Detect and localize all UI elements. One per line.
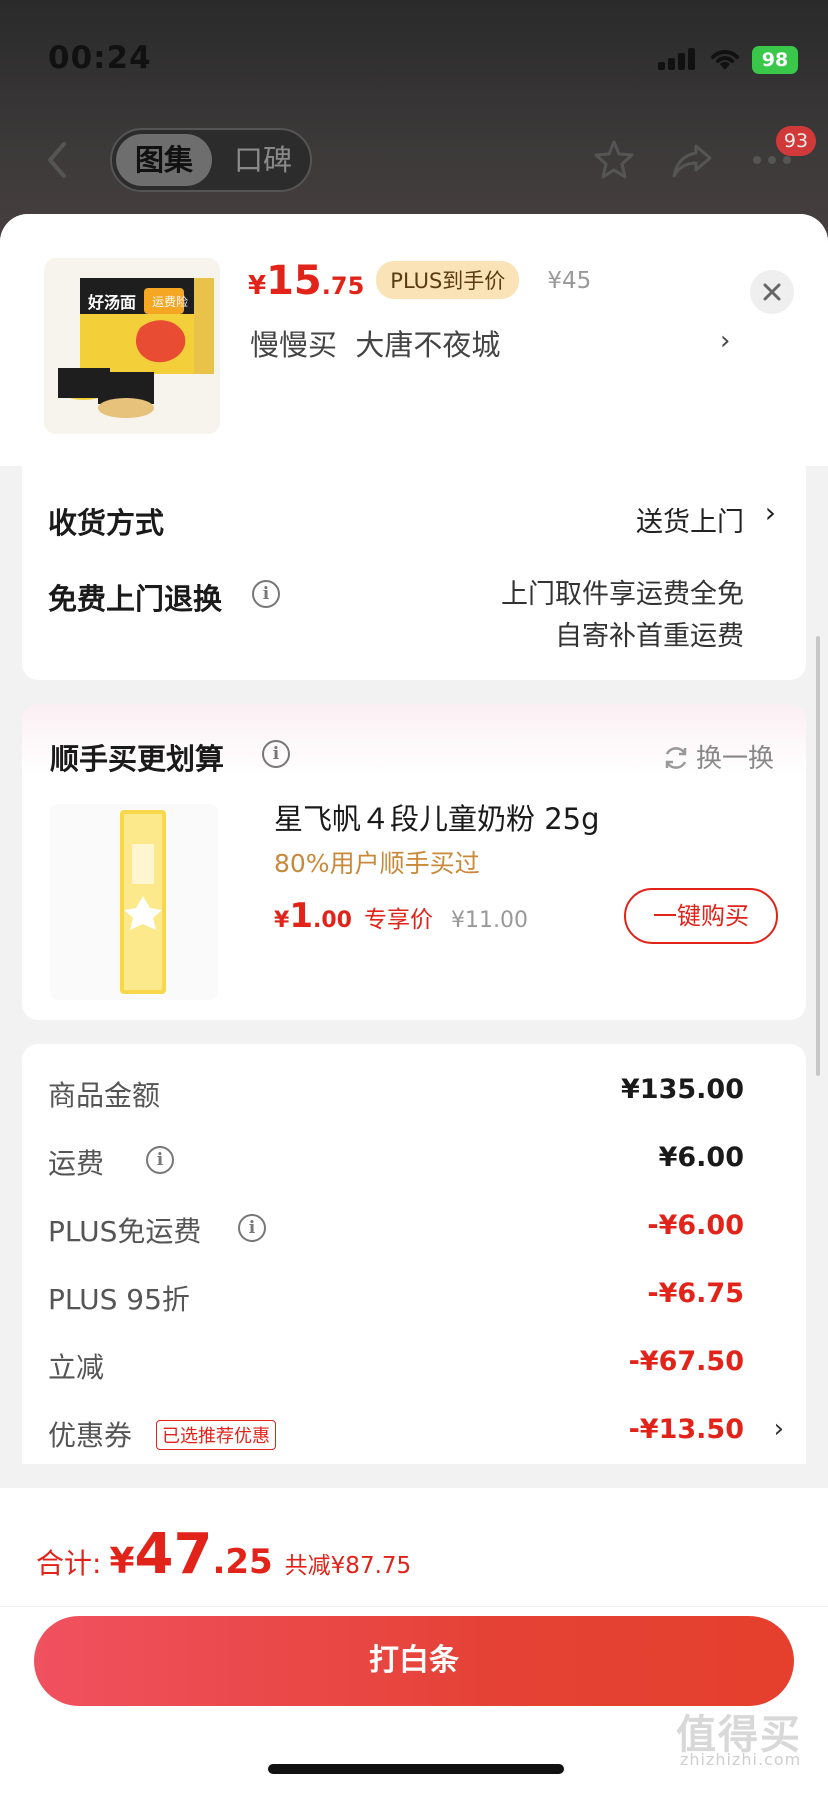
- total-label: 合计:: [36, 1547, 102, 1580]
- summary-value: -¥67.50: [628, 1346, 744, 1377]
- summary-label: PLUS 95折: [48, 1283, 190, 1316]
- status-bar: 00:24 98: [0, 0, 828, 120]
- summary-label: PLUS免运费: [48, 1215, 202, 1248]
- battery-indicator: 98: [752, 46, 798, 74]
- total-saved: 共减¥87.75: [284, 1553, 412, 1579]
- one-click-buy-button[interactable]: 一键购买: [624, 888, 778, 944]
- summary-row: PLUS 95折 -¥6.75: [48, 1274, 788, 1320]
- milk-powder-stick-image: [50, 804, 218, 1000]
- divider: [0, 1606, 828, 1607]
- original-price: ¥45: [547, 268, 592, 294]
- total-integer: 47: [134, 1522, 213, 1587]
- watermark-url: zhizhizhi.com: [680, 1750, 802, 1769]
- summary-value: -¥6.75: [647, 1278, 744, 1309]
- addon-price-row: ¥ 1 .00 专享价 ¥11.00: [274, 896, 528, 936]
- coupon-row[interactable]: 优惠券 已选推荐优惠 -¥13.50 ›: [48, 1410, 788, 1456]
- refresh-button[interactable]: 换一换: [662, 738, 774, 775]
- checkout-footer: 合计: ¥ 47 .25 共减¥87.75 打白条 值得买 zhizhizhi.…: [0, 1488, 828, 1793]
- summary-row: 商品金额 ¥135.00: [48, 1070, 788, 1116]
- summary-value: ¥6.00: [658, 1142, 744, 1173]
- chevron-right-icon: ›: [764, 496, 776, 529]
- close-icon: [763, 283, 781, 301]
- thumb-badge-text: 运费险: [152, 294, 188, 309]
- info-icon[interactable]: i: [146, 1146, 174, 1174]
- delivery-method-value[interactable]: 送货上门: [636, 500, 744, 539]
- summary-label: 运费: [48, 1147, 105, 1180]
- product-thumbnail[interactable]: 运费险 好汤面: [44, 258, 220, 434]
- price-summary-card: 商品金额 ¥135.00 运费 i ¥6.00 PLUS免运费 i -¥6.00…: [22, 1044, 806, 1464]
- info-icon[interactable]: i: [262, 740, 290, 768]
- addon-price-decimal: .00: [312, 908, 352, 933]
- free-return-label: 免费上门退换: [48, 582, 223, 616]
- refresh-label: 换一换: [696, 744, 775, 774]
- total-decimal: .25: [212, 1542, 273, 1582]
- scrollbar[interactable]: [816, 636, 820, 1076]
- product-price-row: ¥ 15 .75 PLUS到手价 ¥45: [248, 258, 591, 308]
- addon-product-name[interactable]: 星飞帆４段儿童奶粉 25g: [274, 796, 600, 838]
- delivery-card: 收货方式 送货上门 › 免费上门退换 i 上门取件享运费全免 自寄补首重运费: [22, 466, 806, 680]
- summary-label: 优惠券: [48, 1419, 133, 1452]
- return-pickup-text: 上门取件享运费全免: [501, 579, 744, 610]
- pay-button[interactable]: 打白条: [34, 1616, 794, 1706]
- refresh-icon: [665, 747, 687, 769]
- more-dots-icon[interactable]: [752, 154, 792, 166]
- share-icon[interactable]: [670, 138, 714, 182]
- addon-price-integer: 1: [289, 896, 313, 936]
- thumb-brand-text: 好汤面: [87, 293, 136, 312]
- plus-price-tag: PLUS到手价: [376, 261, 520, 299]
- noodle-box-image: 运费险 好汤面: [44, 258, 220, 434]
- total-row: 合计: ¥ 47 .25 共减¥87.75: [36, 1522, 411, 1587]
- price-currency: ¥: [248, 271, 267, 301]
- cellular-signal-icon: [658, 48, 696, 70]
- summary-label: 立减: [48, 1351, 105, 1384]
- status-time: 00:24: [48, 40, 152, 76]
- wifi-icon: [711, 50, 739, 70]
- summary-value: ¥135.00: [621, 1074, 744, 1105]
- summary-label: 商品金额: [48, 1079, 161, 1112]
- addon-title: 顺手买更划算: [50, 742, 225, 776]
- favorite-star-icon[interactable]: [592, 138, 636, 182]
- info-icon[interactable]: i: [238, 1214, 266, 1242]
- addon-original-price: ¥11.00: [450, 908, 528, 933]
- shop-selector[interactable]: 慢慢买 大唐不夜城: [250, 322, 500, 364]
- top-nav: 图集 口碑 93: [0, 120, 828, 200]
- addon-purchase-stat: 80%用户顺手买过: [274, 849, 480, 878]
- back-arrow-icon[interactable]: [40, 138, 74, 182]
- chevron-right-icon: ›: [720, 326, 731, 356]
- summary-row: 运费 i ¥6.00: [48, 1138, 788, 1184]
- chevron-right-icon: ›: [773, 1414, 784, 1444]
- coupon-tag: 已选推荐优惠: [156, 1420, 276, 1450]
- summary-value: -¥6.00: [647, 1210, 744, 1241]
- home-indicator: [268, 1764, 564, 1774]
- delivery-method-label: 收货方式: [48, 506, 165, 540]
- addon-price-currency: ¥: [274, 908, 290, 933]
- price-decimal: .75: [321, 272, 365, 300]
- addon-price-tag: 专享价: [363, 907, 433, 933]
- info-icon[interactable]: i: [252, 580, 280, 608]
- tab-reviews[interactable]: 口碑: [220, 134, 306, 186]
- gallery-tab-switch: 图集 口碑: [110, 128, 312, 192]
- product-header: 运费险 好汤面 ¥ 15 .75 PLUS到手价 ¥45 慢慢买 大唐不夜城 ›: [0, 214, 828, 466]
- summary-value: -¥13.50: [628, 1414, 744, 1445]
- addon-thumbnail[interactable]: [50, 804, 218, 1000]
- total-currency: ¥: [109, 1541, 135, 1582]
- addon-recommend-card: 顺手买更划算 i 换一换 星飞帆４段儿童奶粉 25g 80%用户顺手买过 ¥ 1…: [22, 704, 806, 1020]
- return-self-send-text: 自寄补首重运费: [555, 621, 744, 652]
- price-integer: 15: [266, 258, 322, 304]
- summary-row: PLUS免运费 i -¥6.00: [48, 1206, 788, 1252]
- summary-row: 立减 -¥67.50: [48, 1342, 788, 1388]
- close-button[interactable]: [750, 270, 794, 314]
- tab-gallery[interactable]: 图集: [116, 134, 212, 186]
- message-count-badge: 93: [776, 126, 816, 156]
